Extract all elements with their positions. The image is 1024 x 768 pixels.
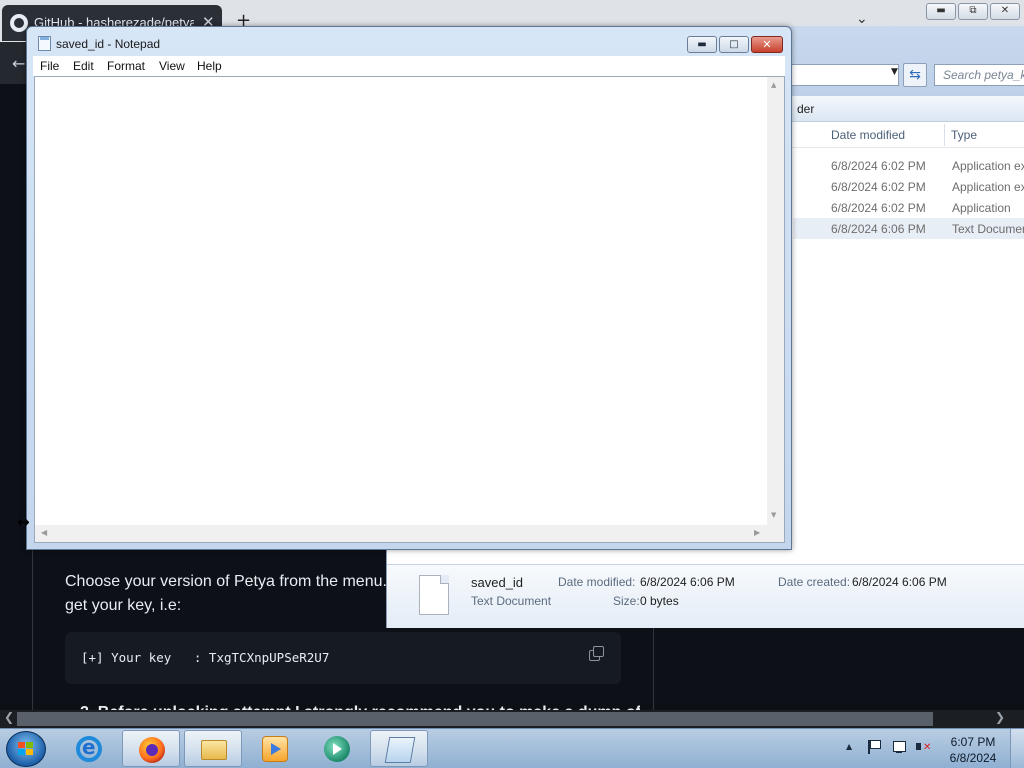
scrollbar-thumb[interactable] bbox=[17, 712, 933, 726]
notepad-icon bbox=[384, 737, 416, 763]
scroll-down-icon[interactable]: ▼ bbox=[771, 511, 776, 519]
taskbar-notepad[interactable] bbox=[370, 730, 428, 767]
system-clock[interactable]: 6:07 PM 6/8/2024 bbox=[946, 734, 1000, 766]
action-center-flag-icon[interactable] bbox=[866, 739, 882, 755]
file-row-selected[interactable]: 6/8/2024 6:06 PM Text Documen bbox=[793, 218, 1024, 239]
window-title: saved_id - Notepad bbox=[56, 37, 161, 51]
close-button[interactable]: ✕ bbox=[751, 36, 783, 53]
browser-minimize-button[interactable]: ▬ bbox=[926, 3, 956, 20]
folder-icon bbox=[201, 740, 227, 760]
notepad-window[interactable]: saved_id - Notepad ▬ □ ✕ File Edit Forma… bbox=[26, 26, 792, 550]
windows-logo-icon bbox=[18, 742, 34, 756]
scroll-left-icon[interactable]: ❮ bbox=[4, 710, 14, 724]
file-type: Application ex bbox=[952, 159, 1024, 173]
scroll-right-icon[interactable]: ▶ bbox=[754, 528, 760, 537]
details-created-value: 6/8/2024 6:06 PM bbox=[852, 575, 947, 589]
code-text: [+] Your key : TxgTCXnpUPSeR2U7 bbox=[81, 650, 330, 665]
readme-paragraph-line1: Choose your version of Petya from the me… bbox=[65, 573, 387, 590]
readme-paragraph-line2: get your key, i.e: bbox=[65, 597, 182, 614]
internet-explorer-icon bbox=[76, 735, 102, 762]
details-file-kind: Text Document bbox=[471, 594, 552, 608]
file-type: Application ex bbox=[952, 180, 1024, 194]
file-row[interactable]: 6/8/2024 6:02 PM Application ex bbox=[793, 155, 1024, 176]
taskbar: ▲ 6:07 PM 6/8/2024 bbox=[0, 728, 1024, 768]
browser-horizontal-scrollbar[interactable]: ❮ ❯ bbox=[0, 710, 1024, 728]
clock-date: 6/8/2024 bbox=[949, 751, 997, 765]
file-date: 6/8/2024 6:02 PM bbox=[831, 180, 926, 194]
details-size-label: Size: bbox=[613, 594, 640, 608]
scroll-left-icon[interactable]: ◀ bbox=[41, 528, 47, 537]
show-hidden-icons-icon[interactable]: ▲ bbox=[846, 742, 852, 751]
scroll-right-icon[interactable]: ❯ bbox=[995, 710, 1005, 724]
details-modified-label: Date modified: bbox=[558, 575, 636, 589]
network-icon[interactable] bbox=[891, 739, 907, 755]
address-dropdown-icon[interactable]: ▼ bbox=[891, 67, 898, 77]
menu-bar: File Edit Format View Help bbox=[33, 56, 785, 76]
menu-view[interactable]: View bbox=[159, 59, 185, 73]
scroll-up-icon[interactable]: ▲ bbox=[771, 81, 776, 89]
taskbar-internet-explorer[interactable] bbox=[60, 730, 118, 767]
new-folder-button[interactable]: der bbox=[797, 102, 814, 116]
firefox-icon bbox=[139, 737, 165, 763]
chevron-down-icon[interactable]: ⌄ bbox=[856, 11, 868, 27]
details-file-name: saved_id bbox=[471, 575, 524, 590]
copy-icon[interactable] bbox=[589, 646, 605, 662]
file-row[interactable]: 6/8/2024 6:02 PM Application bbox=[793, 197, 1024, 218]
menu-edit[interactable]: Edit bbox=[73, 59, 94, 73]
file-date: 6/8/2024 6:02 PM bbox=[831, 159, 926, 173]
code-block: [+] Your key : TxgTCXnpUPSeR2U7 bbox=[65, 632, 621, 684]
details-modified-value: 6/8/2024 6:06 PM bbox=[640, 575, 735, 589]
resize-cursor-icon: ↔ bbox=[17, 513, 30, 531]
minimize-button[interactable]: ▬ bbox=[687, 36, 717, 53]
clock-time: 6:07 PM bbox=[950, 735, 996, 749]
refresh-icon[interactable]: ⇆ bbox=[903, 63, 927, 87]
show-desktop-button[interactable] bbox=[1010, 729, 1024, 768]
taskbar-windows-explorer[interactable] bbox=[184, 730, 242, 767]
menu-file[interactable]: File bbox=[40, 59, 59, 73]
text-file-icon bbox=[419, 575, 449, 615]
search-input[interactable]: Search petya_key bbox=[934, 64, 1024, 86]
horizontal-scrollbar[interactable]: ◀ ▶ bbox=[35, 525, 767, 542]
address-bar[interactable] bbox=[777, 64, 899, 86]
start-button[interactable] bbox=[6, 731, 46, 767]
file-date: 6/8/2024 6:02 PM bbox=[831, 201, 926, 215]
file-type: Application bbox=[952, 201, 1011, 215]
taskbar-media-player[interactable] bbox=[246, 730, 304, 767]
details-created-label: Date created: bbox=[778, 575, 851, 589]
back-arrow-icon[interactable]: ← bbox=[12, 54, 25, 73]
browser-restore-button[interactable]: ⧉ bbox=[958, 3, 988, 20]
menu-help[interactable]: Help bbox=[197, 59, 222, 73]
volume-muted-icon[interactable] bbox=[915, 739, 931, 755]
menu-format[interactable]: Format bbox=[107, 59, 145, 73]
taskbar-media-app[interactable] bbox=[308, 730, 366, 767]
notepad-icon bbox=[38, 36, 51, 51]
file-date: 6/8/2024 6:06 PM bbox=[831, 222, 926, 236]
readme-paragraph: Choose your version of Petya from the me… bbox=[65, 570, 395, 618]
details-size-value: 0 bytes bbox=[640, 594, 679, 608]
file-row[interactable]: 6/8/2024 6:02 PM Application ex bbox=[793, 176, 1024, 197]
maximize-button[interactable]: □ bbox=[719, 36, 749, 53]
taskbar-firefox[interactable] bbox=[122, 730, 180, 767]
column-header-date-modified[interactable]: Date modified bbox=[831, 128, 905, 142]
file-type: Text Documen bbox=[952, 222, 1024, 236]
media-player-icon bbox=[262, 736, 288, 762]
browser-close-button[interactable]: ✕ bbox=[990, 3, 1020, 20]
text-editor-area[interactable]: ▲ ▼ ◀ ▶ bbox=[34, 76, 785, 543]
details-pane: saved_id Text Document Date modified: 6/… bbox=[387, 564, 1024, 628]
column-header-type[interactable]: Type bbox=[951, 128, 977, 142]
vertical-scrollbar[interactable]: ▲ ▼ bbox=[767, 77, 784, 526]
size-grip[interactable] bbox=[767, 525, 784, 542]
media-app-icon bbox=[324, 736, 350, 762]
column-divider[interactable] bbox=[944, 124, 945, 146]
